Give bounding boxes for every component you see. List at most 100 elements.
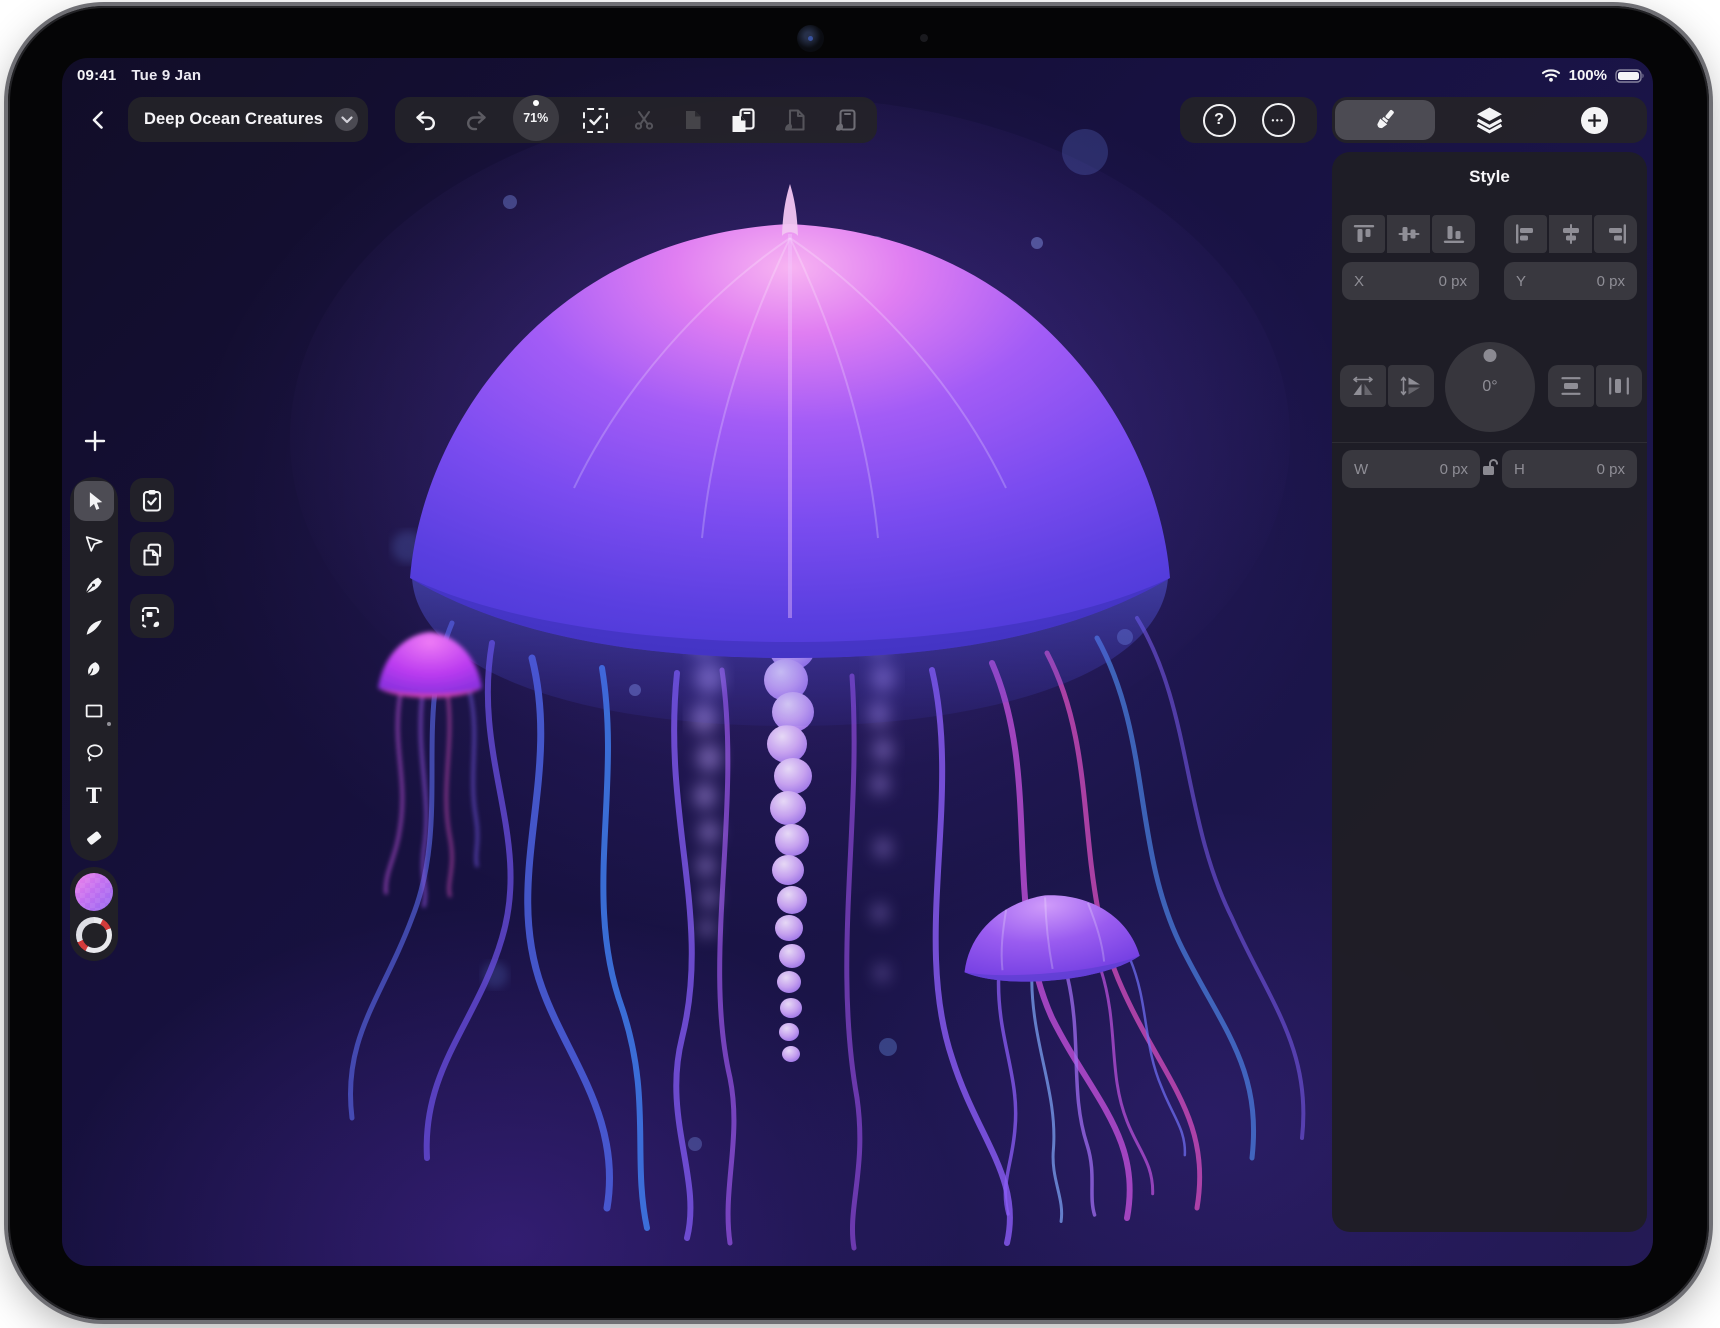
w-label: W: [1354, 461, 1368, 478]
image-import-icon: [139, 604, 165, 629]
align-bottom-button[interactable]: [1432, 215, 1475, 253]
node-arrow-icon: [83, 532, 105, 554]
align-right-button[interactable]: [1594, 215, 1637, 253]
align-bottom-icon: [1443, 224, 1465, 244]
back-button[interactable]: [76, 97, 121, 142]
h-value: 0 px: [1597, 461, 1625, 478]
tool-move[interactable]: [74, 481, 114, 521]
paste-style-icon: [781, 107, 808, 133]
align-vertical-group: [1342, 215, 1475, 253]
undo-icon: [413, 107, 439, 133]
align-left-button[interactable]: [1504, 215, 1547, 253]
rotation-knob[interactable]: [1484, 349, 1497, 362]
select-all-button[interactable]: [583, 108, 608, 133]
status-bar-left: 09:41 Tue 9 Jan: [77, 67, 201, 84]
tool-pencil[interactable]: [70, 606, 118, 648]
tool-pen[interactable]: [70, 564, 118, 606]
undo-button[interactable]: [413, 107, 439, 133]
stroke-color-swatch[interactable]: [76, 917, 112, 953]
flip-horizontal-button[interactable]: [1340, 365, 1386, 407]
flip-vertical-button[interactable]: [1388, 365, 1434, 407]
status-bar-right: 100%: [1541, 67, 1645, 84]
plus-icon: [84, 430, 106, 452]
rotation-value: 0°: [1482, 378, 1497, 396]
unlock-icon: [1481, 457, 1499, 479]
h-label: H: [1514, 461, 1525, 478]
align-horizontal-center-button[interactable]: [1549, 215, 1592, 253]
height-field[interactable]: H 0 px: [1502, 450, 1637, 488]
inspector-tab-bar: [1332, 97, 1647, 143]
help-button[interactable]: ?: [1203, 104, 1236, 137]
pencil-tip-icon: [83, 616, 105, 638]
clipboard-check-icon: [140, 488, 164, 513]
tab-style-brush[interactable]: [1335, 100, 1435, 140]
zoom-level-label: 71%: [523, 111, 548, 125]
date: Tue 9 Jan: [131, 67, 201, 84]
battery-icon: [1615, 69, 1645, 83]
add-tool-button[interactable]: [72, 418, 118, 464]
align-left-icon: [1515, 224, 1537, 244]
tool-eraser[interactable]: [70, 816, 118, 858]
front-camera: [797, 25, 824, 52]
width-field[interactable]: W 0 px: [1342, 450, 1480, 488]
style-panel-title: Style: [1332, 167, 1647, 187]
x-value: 0 px: [1439, 273, 1467, 290]
more-options-button[interactable]: •••: [1262, 103, 1295, 137]
flip-vertical-icon: [1399, 375, 1423, 397]
paste-button[interactable]: [729, 107, 757, 134]
wifi-icon: [1541, 68, 1561, 83]
add-object-button[interactable]: [1581, 107, 1608, 134]
quick-paste-button[interactable]: [130, 478, 174, 522]
tool-node-select[interactable]: [70, 522, 118, 564]
paste-style-button[interactable]: [781, 107, 808, 133]
copy-button[interactable]: [679, 107, 705, 133]
align-right-icon: [1605, 224, 1627, 244]
brush-icon: [1372, 107, 1398, 133]
cursor-icon: [83, 490, 105, 512]
copy-document-icon: [679, 107, 705, 133]
fill-color-swatch[interactable]: [75, 873, 113, 911]
redo-icon: [463, 107, 489, 133]
place-inside-button[interactable]: [832, 107, 859, 133]
quick-place-image-button[interactable]: [130, 594, 174, 638]
quick-duplicate-button[interactable]: [130, 532, 174, 576]
tool-palette: T: [70, 477, 118, 861]
scissors-icon: [632, 108, 656, 132]
document-title-menu[interactable]: Deep Ocean Creatures: [128, 97, 368, 142]
chevron-left-icon: [88, 109, 110, 131]
text-tool-icon: T: [86, 785, 102, 806]
tool-text[interactable]: T: [70, 774, 118, 816]
tool-shape[interactable]: [70, 690, 118, 732]
align-top-button[interactable]: [1342, 215, 1385, 253]
panel-divider: [1332, 442, 1647, 443]
redo-button[interactable]: [463, 107, 489, 133]
distribute-vertical-button[interactable]: [1548, 365, 1594, 407]
zoom-dot-icon: [533, 100, 539, 106]
distribute-vertical-icon: [1560, 376, 1582, 396]
align-horizontal-center-icon: [1560, 224, 1582, 244]
align-vertical-center-button[interactable]: [1387, 215, 1430, 253]
y-position-field[interactable]: Y 0 px: [1504, 262, 1637, 300]
eraser-icon: [83, 826, 105, 848]
title-dropdown-button[interactable]: [335, 108, 358, 131]
cut-button[interactable]: [632, 108, 656, 132]
distribute-horizontal-button[interactable]: [1596, 365, 1642, 407]
ellipsis-icon: •••: [1262, 103, 1295, 137]
camera-glint-icon: [808, 36, 813, 41]
chevron-down-icon: [341, 116, 353, 124]
paint-blob-icon: [83, 658, 105, 680]
tab-layers[interactable]: [1475, 106, 1504, 135]
flip-horizontal-icon: [1351, 375, 1375, 397]
align-vertical-center-icon: [1398, 224, 1420, 244]
help-icon: ?: [1203, 104, 1236, 137]
zoom-level-button[interactable]: 71%: [513, 95, 559, 141]
x-label: X: [1354, 273, 1364, 290]
aspect-lock-toggle[interactable]: [1481, 457, 1499, 479]
rotation-dial[interactable]: 0°: [1445, 342, 1535, 432]
tool-lasso[interactable]: [70, 732, 118, 774]
tool-brush[interactable]: [70, 648, 118, 690]
stroke-swatch-hole: [82, 923, 107, 948]
rectangle-icon: [83, 700, 105, 722]
x-position-field[interactable]: X 0 px: [1342, 262, 1479, 300]
screenshot-stage: { "status_bar": { "time": "09:41", "date…: [0, 0, 1720, 1328]
